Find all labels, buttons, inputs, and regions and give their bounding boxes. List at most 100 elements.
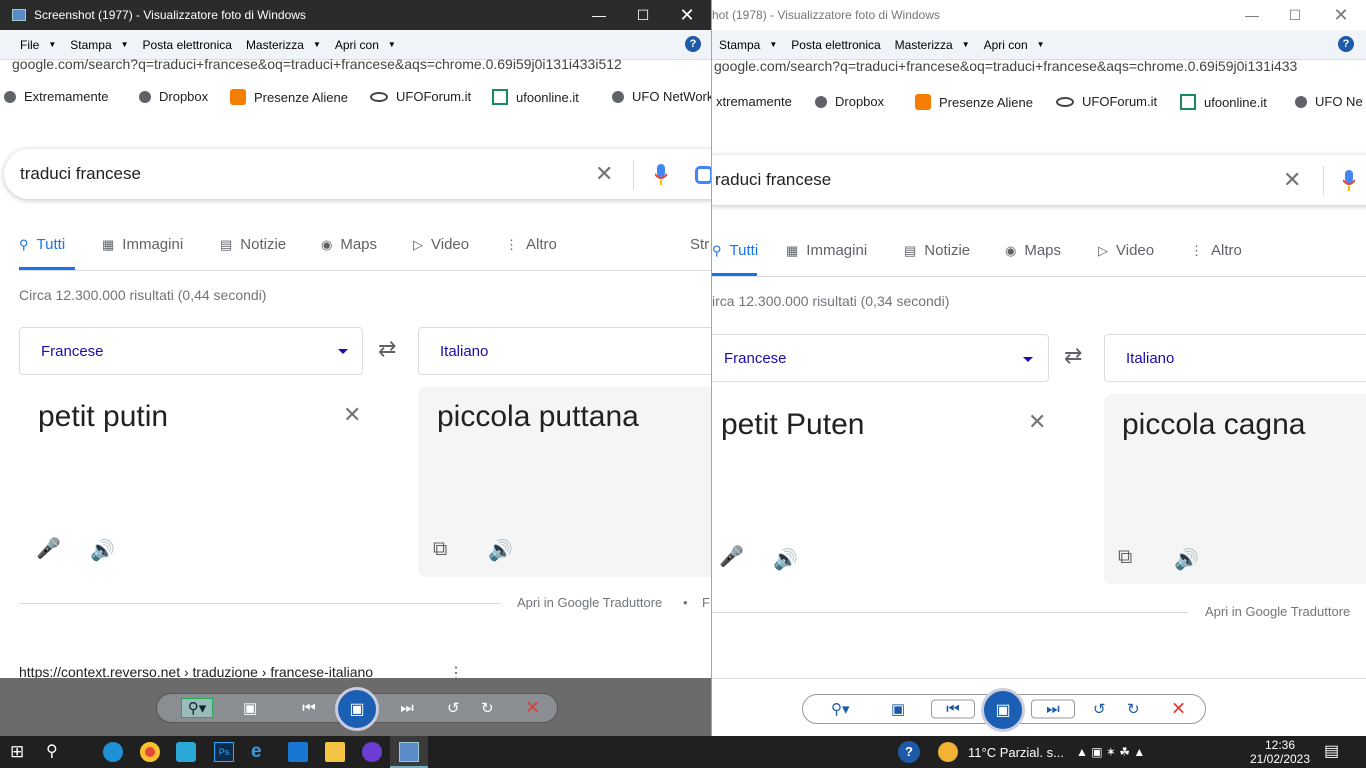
maximize-button[interactable]: ☐	[1272, 0, 1318, 30]
previous-icon[interactable]: ⏮	[931, 699, 975, 719]
open-google-translate-link[interactable]: Apri in Google Traduttore	[1205, 604, 1350, 619]
source-language-select[interactable]: Francese	[712, 334, 1049, 382]
tab-immagini[interactable]: ▦ Immagini	[102, 236, 183, 253]
open-google-translate-link[interactable]: Apri in Google Traduttore	[517, 595, 662, 610]
target-language-label: Italiano	[440, 342, 489, 360]
speaker-icon[interactable]: 🔊	[1174, 547, 1199, 572]
tab-video[interactable]: ▷ Video	[413, 236, 469, 253]
tab-notizie[interactable]: ▤ Notizie	[904, 242, 970, 259]
speaker-icon[interactable]: 🔊	[773, 547, 798, 572]
menu-label: Apri con	[983, 37, 1028, 52]
tab-video[interactable]: ▷ Video	[1098, 242, 1154, 259]
tab-tutti[interactable]: ⚲ Tutti	[19, 236, 65, 253]
previous-icon[interactable]: ⏮	[289, 700, 329, 717]
microphone-icon[interactable]: 🎤	[719, 544, 744, 569]
rotate-right-icon[interactable]: ↻	[1127, 700, 1140, 718]
clear-text-icon[interactable]: ✕	[1028, 409, 1046, 435]
menu-posta-elettronica[interactable]: Posta elettronica	[791, 38, 880, 52]
help-icon[interactable]: ?	[898, 741, 920, 763]
menu-label: Masterizza	[894, 37, 953, 52]
tab-maps[interactable]: ◉ Maps	[321, 236, 377, 253]
source-text[interactable]: petit putin	[38, 400, 168, 434]
feedback-link[interactable]: F	[702, 595, 710, 610]
close-button[interactable]: ✕	[664, 0, 710, 30]
bookmark-presenze-aliene: Presenze Aliene	[230, 89, 348, 105]
menu-posta-elettronica[interactable]: Posta elettronica	[143, 38, 232, 52]
file-explorer-icon[interactable]	[325, 742, 345, 762]
slideshow-button[interactable]: ▣	[335, 687, 379, 731]
actual-size-icon[interactable]: ▣	[243, 699, 257, 717]
rotate-left-icon[interactable]: ↺	[1093, 700, 1106, 718]
notifications-icon[interactable]: ▤	[1324, 742, 1344, 762]
more-vert-icon: ⋮	[505, 236, 518, 252]
search-icon[interactable]: ⚲	[46, 742, 66, 762]
delete-icon[interactable]: ✕	[525, 698, 540, 719]
edge-icon[interactable]	[103, 742, 123, 762]
tab-maps[interactable]: ◉ Maps	[1005, 242, 1061, 259]
zoom-icon[interactable]: ⚲▾	[181, 698, 213, 718]
voice-search-icon[interactable]	[1342, 170, 1356, 191]
weather-text[interactable]: 11°C Parzial. s...	[968, 745, 1064, 760]
menu-masterizza[interactable]: Masterizza ▼	[246, 38, 321, 52]
menu-apri-con[interactable]: Apri con ▼	[984, 38, 1045, 52]
internet-explorer-icon[interactable]: e	[251, 742, 271, 762]
speaker-icon[interactable]: 🔊	[488, 538, 513, 563]
next-icon[interactable]: ⏭	[387, 700, 427, 717]
source-language-select[interactable]: Francese	[19, 327, 363, 375]
tab-altro[interactable]: ⋮ Altro	[1190, 242, 1242, 259]
search-icon: ⚲	[712, 242, 722, 258]
google-lens-icon[interactable]	[695, 166, 711, 184]
help-icon[interactable]: ?	[1338, 36, 1354, 52]
photoshop-icon[interactable]: Ps	[214, 742, 234, 762]
clear-text-icon[interactable]: ✕	[343, 402, 361, 428]
title-bar[interactable]: hot (1978) - Visualizzatore foto di Wind…	[712, 0, 1366, 30]
target-language-select[interactable]: Italiano	[418, 327, 711, 375]
close-button[interactable]: ✕	[1318, 0, 1364, 30]
tab-notizie[interactable]: ▤ Notizie	[220, 236, 286, 253]
minimize-button[interactable]: —	[1229, 0, 1275, 30]
zoom-icon[interactable]: ⚲▾	[831, 700, 850, 718]
minimize-button[interactable]: —	[576, 0, 622, 30]
maximize-button[interactable]: ☐	[620, 0, 666, 30]
clock[interactable]: 12:36 21/02/2023	[1248, 738, 1312, 766]
next-icon[interactable]: ⏭	[1031, 699, 1075, 719]
copy-icon[interactable]: ⧉	[1118, 546, 1132, 569]
clock-time: 12:36	[1264, 738, 1296, 752]
speaker-icon[interactable]: 🔊	[90, 538, 115, 563]
menu-apri-con[interactable]: Apri con ▼	[335, 38, 396, 52]
search-icon: ⚲	[19, 236, 29, 252]
menu-bar: Stampa ▼ Posta elettronica Masterizza ▼ Ap…	[712, 30, 1366, 60]
title-bar[interactable]: Screenshot (1977) - Visualizzatore foto …	[0, 0, 711, 30]
help-icon[interactable]: ?	[685, 36, 701, 52]
menu-masterizza[interactable]: Masterizza ▼	[895, 38, 970, 52]
microphone-icon[interactable]: 🎤	[36, 536, 61, 561]
tray-icons[interactable]: ▲ ▣ ✶ ☘ ▲	[1076, 745, 1145, 759]
windows-start-icon[interactable]: ⊞	[10, 742, 30, 762]
menu-stampa[interactable]: Stampa ▼	[719, 38, 777, 52]
mail-icon[interactable]	[288, 742, 308, 762]
rotate-right-icon[interactable]: ↻	[481, 699, 494, 717]
tab-tutti[interactable]: ⚲ Tutti	[712, 242, 758, 259]
tab-strumenti[interactable]: Str	[690, 236, 709, 253]
swap-languages-icon[interactable]: ⇄	[1064, 343, 1082, 369]
chrome-icon[interactable]	[140, 742, 160, 762]
voice-search-icon[interactable]	[654, 164, 668, 185]
tab-altro[interactable]: ⋮ Altro	[505, 236, 557, 253]
rotate-left-icon[interactable]: ↺	[447, 699, 460, 717]
weather-icon[interactable]	[938, 742, 958, 762]
menu-file[interactable]: File ▼	[20, 38, 56, 52]
app-icon[interactable]	[176, 742, 196, 762]
tab-immagini[interactable]: ▦ Immagini	[786, 242, 867, 259]
menu-stampa[interactable]: Stampa ▼	[70, 38, 128, 52]
app-icon[interactable]	[362, 742, 382, 762]
copy-icon[interactable]: ⧉	[433, 538, 447, 561]
swap-languages-icon[interactable]: ⇄	[378, 336, 396, 362]
actual-size-icon[interactable]: ▣	[891, 700, 905, 718]
search-box[interactable]: raduci francese	[712, 155, 1366, 205]
clear-search-icon[interactable]: ✕	[1283, 167, 1301, 193]
source-text[interactable]: petit Puten	[721, 408, 864, 442]
clear-search-icon[interactable]: ✕	[595, 161, 613, 187]
delete-icon[interactable]: ✕	[1171, 699, 1186, 720]
slideshow-button[interactable]: ▣	[981, 688, 1025, 732]
target-language-select[interactable]: Italiano	[1104, 334, 1366, 382]
